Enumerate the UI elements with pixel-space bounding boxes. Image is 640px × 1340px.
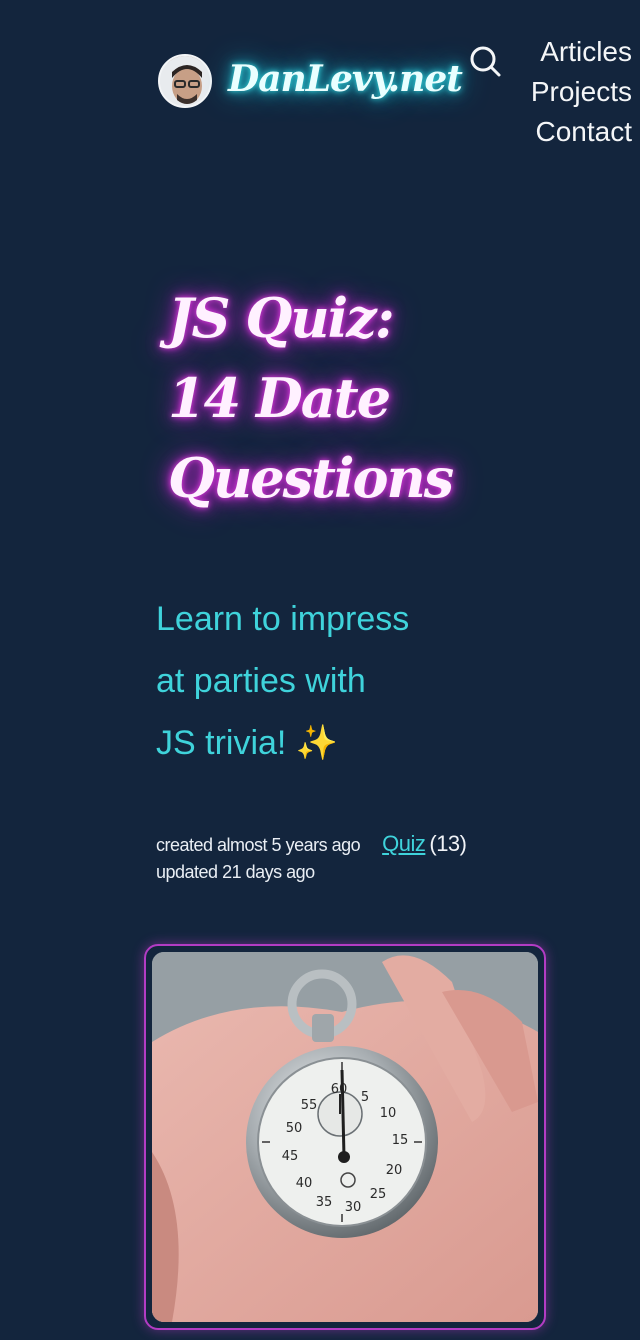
dial-number: 30 (345, 1200, 362, 1215)
tag-link-quiz[interactable]: Quiz (382, 830, 426, 857)
search-button[interactable] (466, 42, 504, 80)
dial-number: 25 (370, 1187, 387, 1202)
nav-articles[interactable]: Articles (531, 32, 632, 72)
nav-contact[interactable]: Contact (531, 112, 633, 152)
tag-count: (13) (429, 831, 467, 856)
subtitle-line: JS trivia! ✨ (156, 724, 339, 762)
title-line: 14 Date (168, 366, 391, 430)
dial-number: 35 (316, 1195, 333, 1210)
dial-number: 50 (286, 1121, 303, 1136)
dial-number: 5 (361, 1090, 369, 1105)
dial-number: 45 (282, 1149, 299, 1164)
dial-number: 60 (331, 1082, 348, 1097)
dial-number: 40 (296, 1176, 313, 1191)
hero-image-frame: 60 5 10 15 20 25 30 35 40 45 50 55 (144, 944, 546, 1330)
post-meta: created almost 5 years ago Quiz (13) upd… (156, 830, 576, 886)
main-nav: Articles Projects Contact (531, 32, 632, 152)
dial-number: 10 (380, 1106, 397, 1121)
subtitle-line: Learn to impress (156, 600, 410, 638)
nav-projects[interactable]: Projects (531, 72, 632, 112)
dial-number: 15 (392, 1133, 409, 1148)
title-line: JS Quiz: (168, 286, 395, 350)
updated-date: updated 21 days ago (156, 862, 315, 882)
search-icon (470, 46, 501, 77)
created-date: created almost 5 years ago (156, 835, 361, 855)
dial-number: 55 (301, 1098, 318, 1113)
hero-image: 60 5 10 15 20 25 30 35 40 45 50 55 (152, 952, 538, 1322)
dial-number: 20 (386, 1163, 403, 1178)
title-line: Questions (168, 446, 454, 510)
avatar[interactable] (158, 54, 212, 108)
site-name[interactable]: DanLevy.net (228, 58, 463, 100)
site-header: DanLevy.net Articles Projects Contact (0, 0, 640, 160)
page-subtitle: Learn to impress at parties with JS triv… (156, 588, 456, 774)
subtitle-line: at parties with (156, 662, 366, 700)
page-title: JS Quiz: 14 Date Questions (168, 278, 468, 518)
